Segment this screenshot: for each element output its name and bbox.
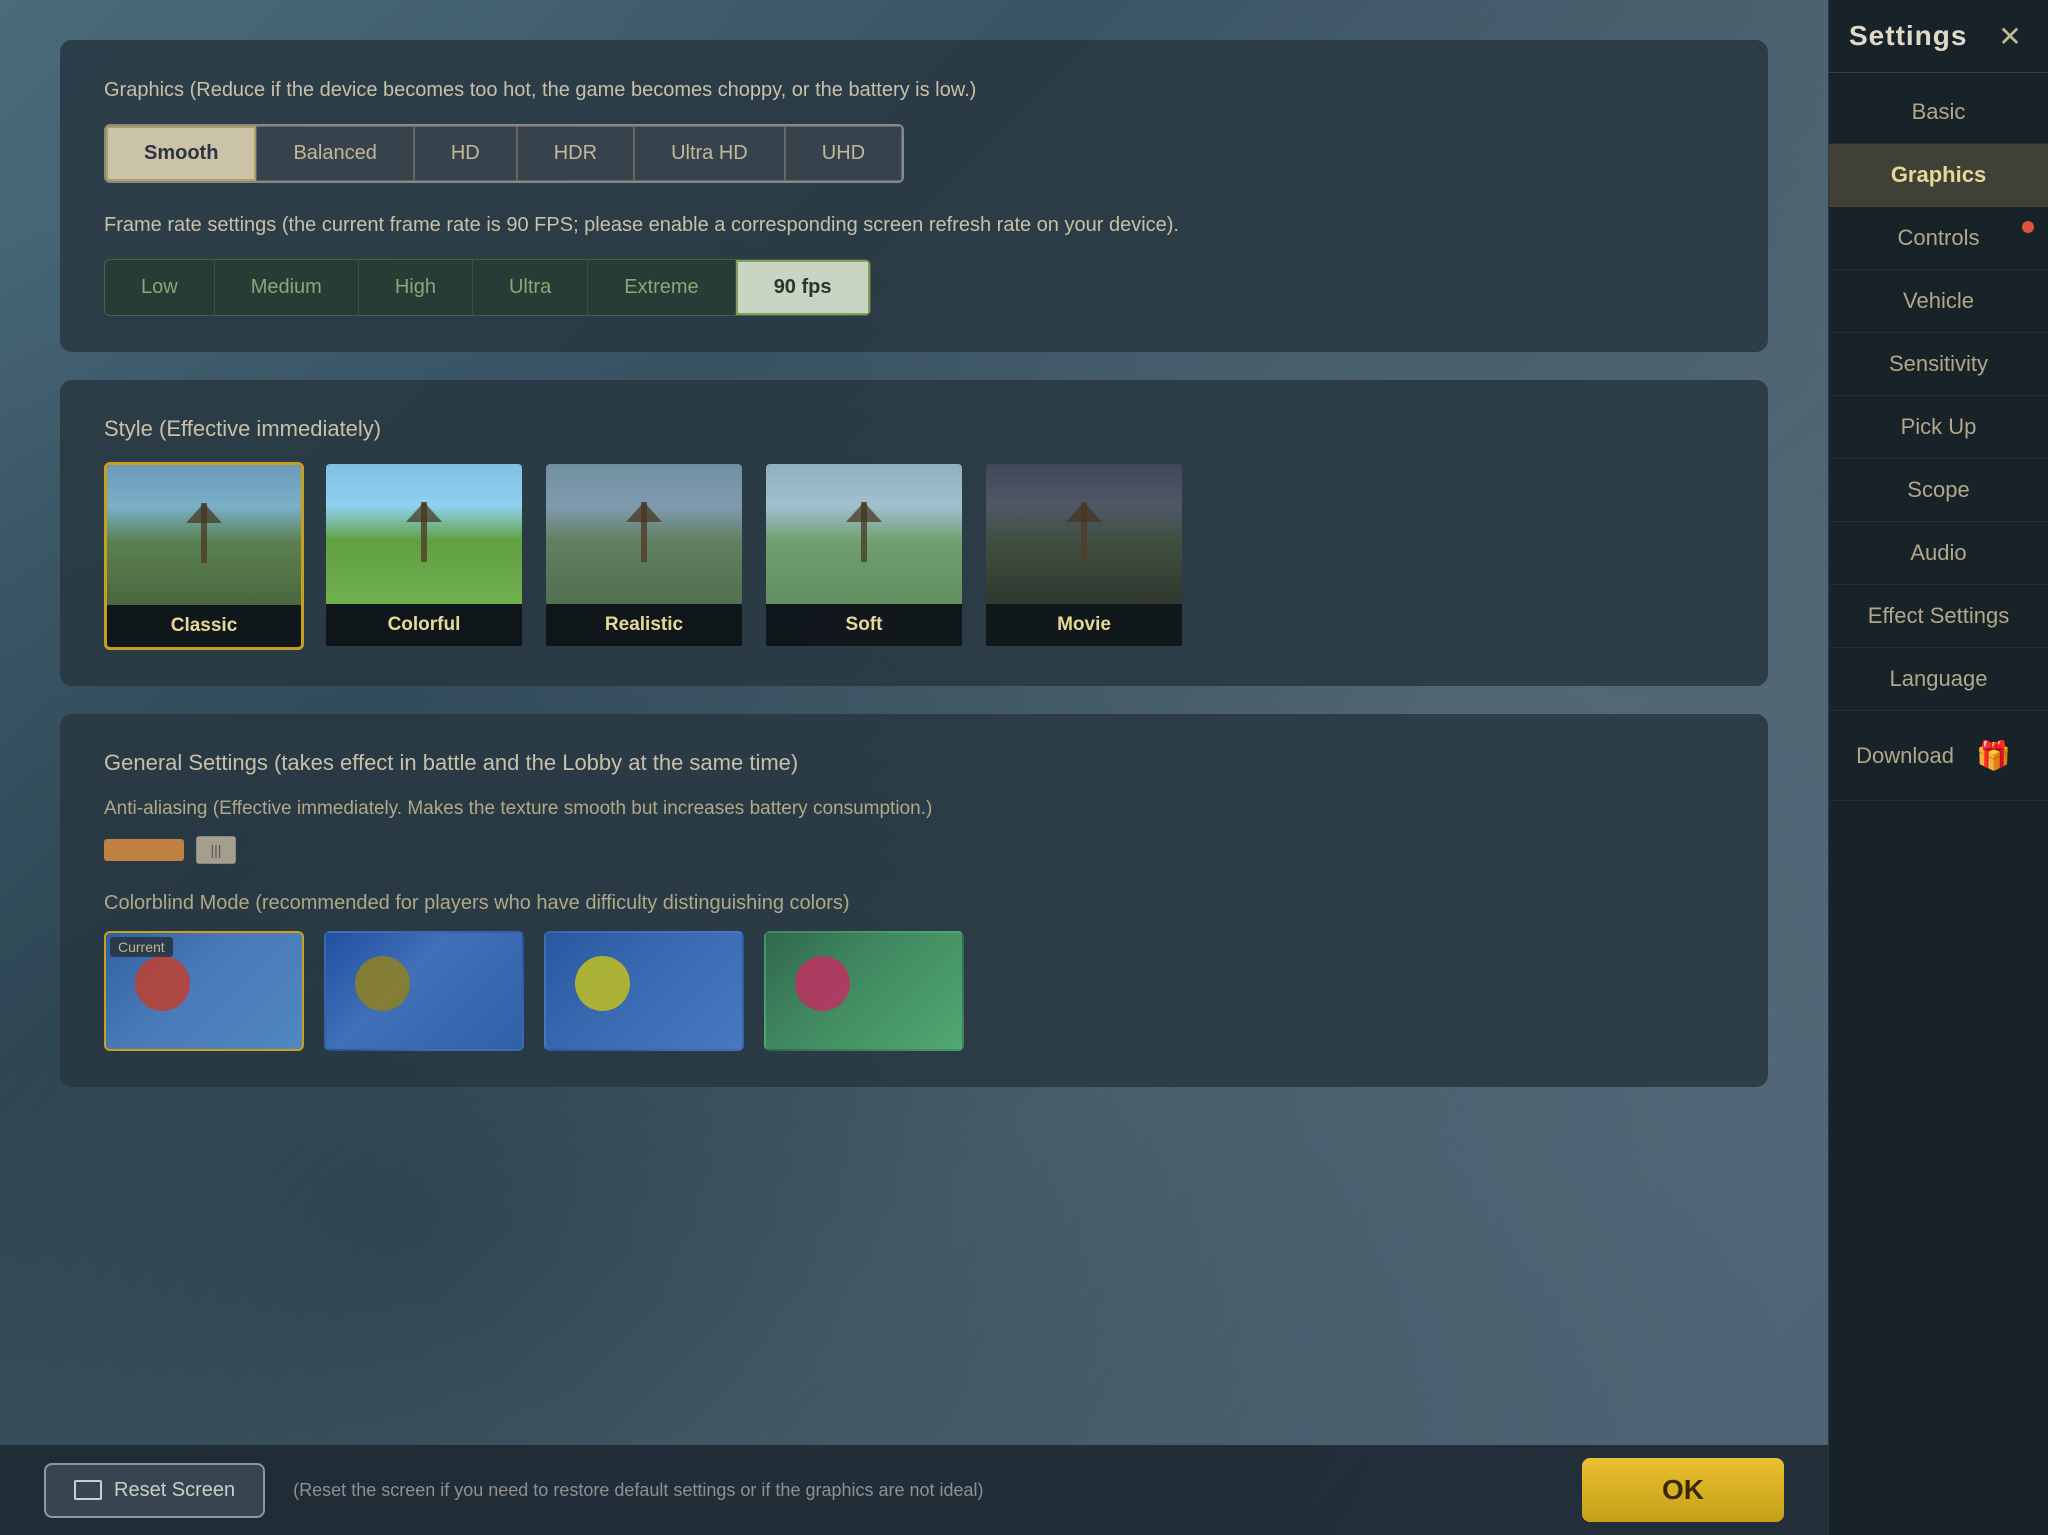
main-layout: Graphics (Reduce if the device becomes t…: [0, 0, 2048, 1535]
controls-dot: [2022, 221, 2034, 233]
fps-btn-low[interactable]: Low: [105, 260, 215, 315]
graphics-quality-panel: Graphics (Reduce if the device becomes t…: [60, 40, 1768, 352]
gift-icon: 🎁: [1966, 729, 2021, 782]
tower-classic: [201, 503, 207, 563]
colorblind-card-tritanopia[interactable]: [764, 931, 964, 1051]
style-card-colorful[interactable]: Colorful: [324, 462, 524, 650]
style-card-realistic-label: Realistic: [546, 604, 742, 646]
framerate-section: Frame rate settings (the current frame r…: [104, 211, 1724, 316]
reset-screen-icon: [74, 1480, 102, 1500]
style-card-soft[interactable]: Soft: [764, 462, 964, 650]
style-card-classic[interactable]: Classic: [104, 462, 304, 650]
tower-colorful: [421, 502, 427, 562]
graphics-quality-label: Graphics (Reduce if the device becomes t…: [104, 76, 1724, 104]
colorblind-cards: Current: [104, 931, 1724, 1051]
fps-button-group: Low Medium High Ultra Extreme 90 fps: [104, 259, 871, 316]
colorblind-card-normal[interactable]: Current: [104, 931, 304, 1051]
antialiasing-slider-handle[interactable]: |||: [196, 836, 236, 864]
style-card-movie-label: Movie: [986, 604, 1182, 646]
sidebar-item-sensitivity[interactable]: Sensitivity: [1829, 333, 2048, 396]
sidebar-item-scope[interactable]: Scope: [1829, 459, 2048, 522]
close-button[interactable]: ✕: [1992, 18, 2028, 54]
style-card-classic-label: Classic: [107, 605, 301, 647]
style-cards: Classic Colorful Realistic: [104, 462, 1724, 650]
style-section: Style (Effective immediately) Classic Co…: [60, 380, 1768, 686]
general-title: General Settings (takes effect in battle…: [104, 750, 1724, 776]
sidebar-item-pickup[interactable]: Pick Up: [1829, 396, 2048, 459]
tower-movie: [1081, 502, 1087, 562]
colorblind-label: Colorblind Mode (recommended for players…: [104, 892, 1724, 915]
quality-btn-balanced[interactable]: Balanced: [256, 126, 413, 181]
current-badge: Current: [110, 937, 173, 957]
antialiasing-label: Anti-aliasing (Effective immediately. Ma…: [104, 798, 1724, 820]
bottom-spacer: [60, 1115, 1768, 1215]
quality-btn-smooth[interactable]: Smooth: [106, 126, 256, 181]
fps-btn-high[interactable]: High: [359, 260, 473, 315]
ok-button[interactable]: OK: [1582, 1458, 1784, 1522]
sidebar-title: Settings: [1849, 20, 1967, 52]
style-card-colorful-image: [326, 464, 522, 604]
sidebar: Settings ✕ Basic Graphics Controls Vehic…: [1828, 0, 2048, 1535]
sidebar-header: Settings ✕: [1829, 0, 2048, 73]
fps-btn-90[interactable]: 90 fps: [736, 260, 870, 315]
tower-soft: [861, 502, 867, 562]
style-card-realistic-image: [546, 464, 742, 604]
quality-btn-uhd[interactable]: UHD: [785, 126, 902, 181]
style-label: Style (Effective immediately): [104, 416, 1724, 442]
sidebar-item-graphics[interactable]: Graphics: [1829, 144, 2048, 207]
style-card-movie-image: [986, 464, 1182, 604]
sidebar-item-controls[interactable]: Controls: [1829, 207, 2048, 270]
framerate-label: Frame rate settings (the current frame r…: [104, 211, 1724, 239]
colorblind-card-deuteranopia[interactable]: [324, 931, 524, 1051]
sidebar-item-vehicle[interactable]: Vehicle: [1829, 270, 2048, 333]
style-card-soft-label: Soft: [766, 604, 962, 646]
fps-btn-medium[interactable]: Medium: [215, 260, 359, 315]
style-card-realistic[interactable]: Realistic: [544, 462, 744, 650]
style-card-soft-image: [766, 464, 962, 604]
colorblind-card-protanopia[interactable]: [544, 931, 744, 1051]
quality-btn-hd[interactable]: HD: [414, 126, 517, 181]
sidebar-item-basic[interactable]: Basic: [1829, 81, 2048, 144]
style-card-classic-image: [107, 465, 301, 605]
quality-btn-hdr[interactable]: HDR: [517, 126, 634, 181]
fps-btn-extreme[interactable]: Extreme: [588, 260, 735, 315]
tower-realistic: [641, 502, 647, 562]
sidebar-item-audio[interactable]: Audio: [1829, 522, 2048, 585]
style-card-colorful-label: Colorful: [326, 604, 522, 646]
general-section: General Settings (takes effect in battle…: [60, 714, 1768, 1087]
antialiasing-slider-container: |||: [104, 836, 1724, 864]
reset-note: (Reset the screen if you need to restore…: [293, 1480, 1554, 1501]
reset-screen-label: Reset Screen: [114, 1479, 235, 1502]
style-card-movie[interactable]: Movie: [984, 462, 1184, 650]
reset-screen-button[interactable]: Reset Screen: [44, 1463, 265, 1518]
bottom-bar: Reset Screen (Reset the screen if you ne…: [0, 1445, 1828, 1535]
quality-btn-ultrahd[interactable]: Ultra HD: [634, 126, 785, 181]
quality-button-group: Smooth Balanced HD HDR Ultra HD UHD: [104, 124, 904, 183]
fps-btn-ultra[interactable]: Ultra: [473, 260, 588, 315]
sidebar-item-download[interactable]: Download 🎁: [1829, 711, 2048, 801]
sidebar-item-effect[interactable]: Effect Settings: [1829, 585, 2048, 648]
content-area: Graphics (Reduce if the device becomes t…: [0, 0, 1828, 1535]
antialiasing-slider-track: [104, 839, 184, 861]
sidebar-nav: Basic Graphics Controls Vehicle Sensitiv…: [1829, 73, 2048, 1535]
sidebar-item-language[interactable]: Language: [1829, 648, 2048, 711]
